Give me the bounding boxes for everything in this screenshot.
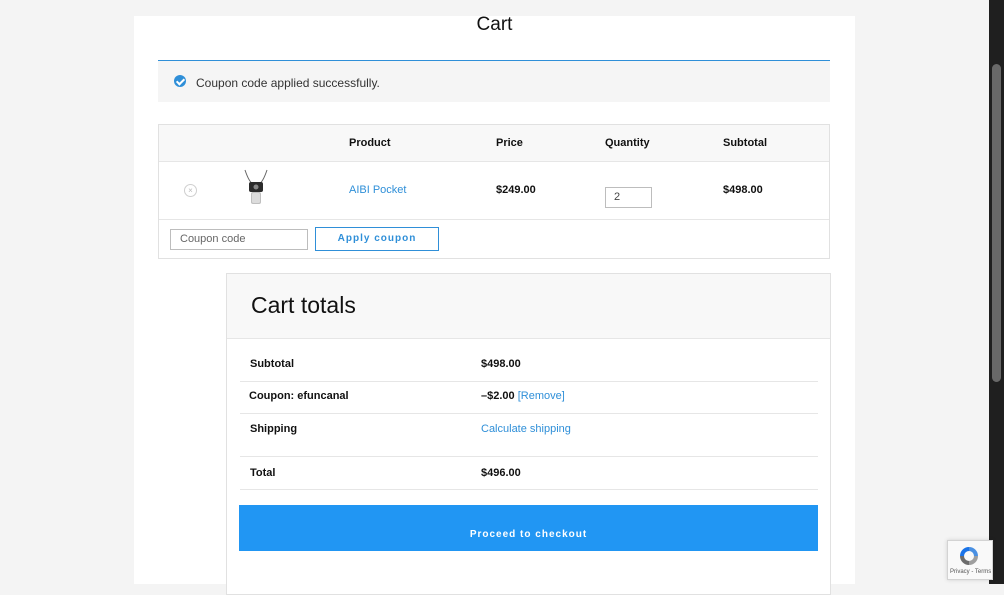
apply-coupon-button[interactable]: Apply coupon	[315, 227, 439, 251]
total-label: Total	[250, 467, 276, 479]
recaptcha-links[interactable]: Privacy - Terms	[950, 569, 991, 575]
header-price: Price	[496, 137, 523, 149]
header-subtotal: Subtotal	[723, 137, 767, 149]
cart-totals-header: Cart totals	[227, 274, 830, 339]
header-quantity: Quantity	[605, 137, 650, 149]
cart-table: Product Price Quantity Subtotal × AIBI P…	[158, 124, 830, 259]
recaptcha-badge[interactable]: Privacy - Terms	[947, 540, 993, 580]
coupon-row: Coupon: efuncanal –$2.00 [Remove]	[240, 382, 818, 414]
shipping-row: Shipping Calculate shipping	[240, 414, 818, 457]
coupon-label: Coupon: efuncanal	[249, 390, 349, 402]
scrollbar-thumb[interactable]	[992, 64, 1001, 382]
subtotal-value: $498.00	[481, 358, 521, 370]
subtotal-label: Subtotal	[250, 358, 294, 370]
header-product: Product	[349, 137, 391, 149]
total-value: $496.00	[481, 467, 521, 479]
product-thumbnail-icon[interactable]	[241, 168, 271, 208]
total-row: Total $496.00	[240, 457, 818, 490]
coupon-discount-value: –$2.00	[481, 390, 515, 402]
cart-page: Cart Coupon code applied successfully. P…	[134, 14, 855, 595]
cart-totals-title: Cart totals	[251, 292, 356, 318]
quantity-input[interactable]: 2	[605, 187, 652, 208]
recaptcha-icon	[960, 547, 978, 565]
page-scrollbar[interactable]	[989, 0, 1004, 584]
table-row: × AIBI Pocket $249.00 2 $498.00	[159, 162, 829, 220]
cart-totals: Cart totals Subtotal $498.00 Coupon: efu…	[226, 273, 831, 595]
shipping-label: Shipping	[250, 423, 298, 435]
check-circle-icon	[174, 75, 186, 87]
coupon-code-input[interactable]: Coupon code	[170, 229, 308, 250]
coupon-value-group: –$2.00 [Remove]	[481, 390, 565, 402]
remove-item-icon[interactable]: ×	[184, 184, 197, 197]
subtotal-row: Subtotal $498.00	[240, 350, 818, 382]
product-link[interactable]: AIBI Pocket	[349, 184, 406, 196]
notice-message: Coupon code applied successfully.	[196, 76, 380, 90]
page-title: Cart	[476, 14, 513, 35]
product-subtotal: $498.00	[723, 184, 763, 196]
product-price: $249.00	[496, 184, 536, 196]
remove-coupon-link[interactable]: [Remove]	[518, 390, 565, 402]
calculate-shipping-link[interactable]: Calculate shipping	[481, 423, 571, 435]
success-notice: Coupon code applied successfully.	[158, 60, 830, 102]
cart-table-header: Product Price Quantity Subtotal	[159, 125, 829, 162]
proceed-to-checkout-button[interactable]: Proceed to checkout	[239, 505, 818, 551]
